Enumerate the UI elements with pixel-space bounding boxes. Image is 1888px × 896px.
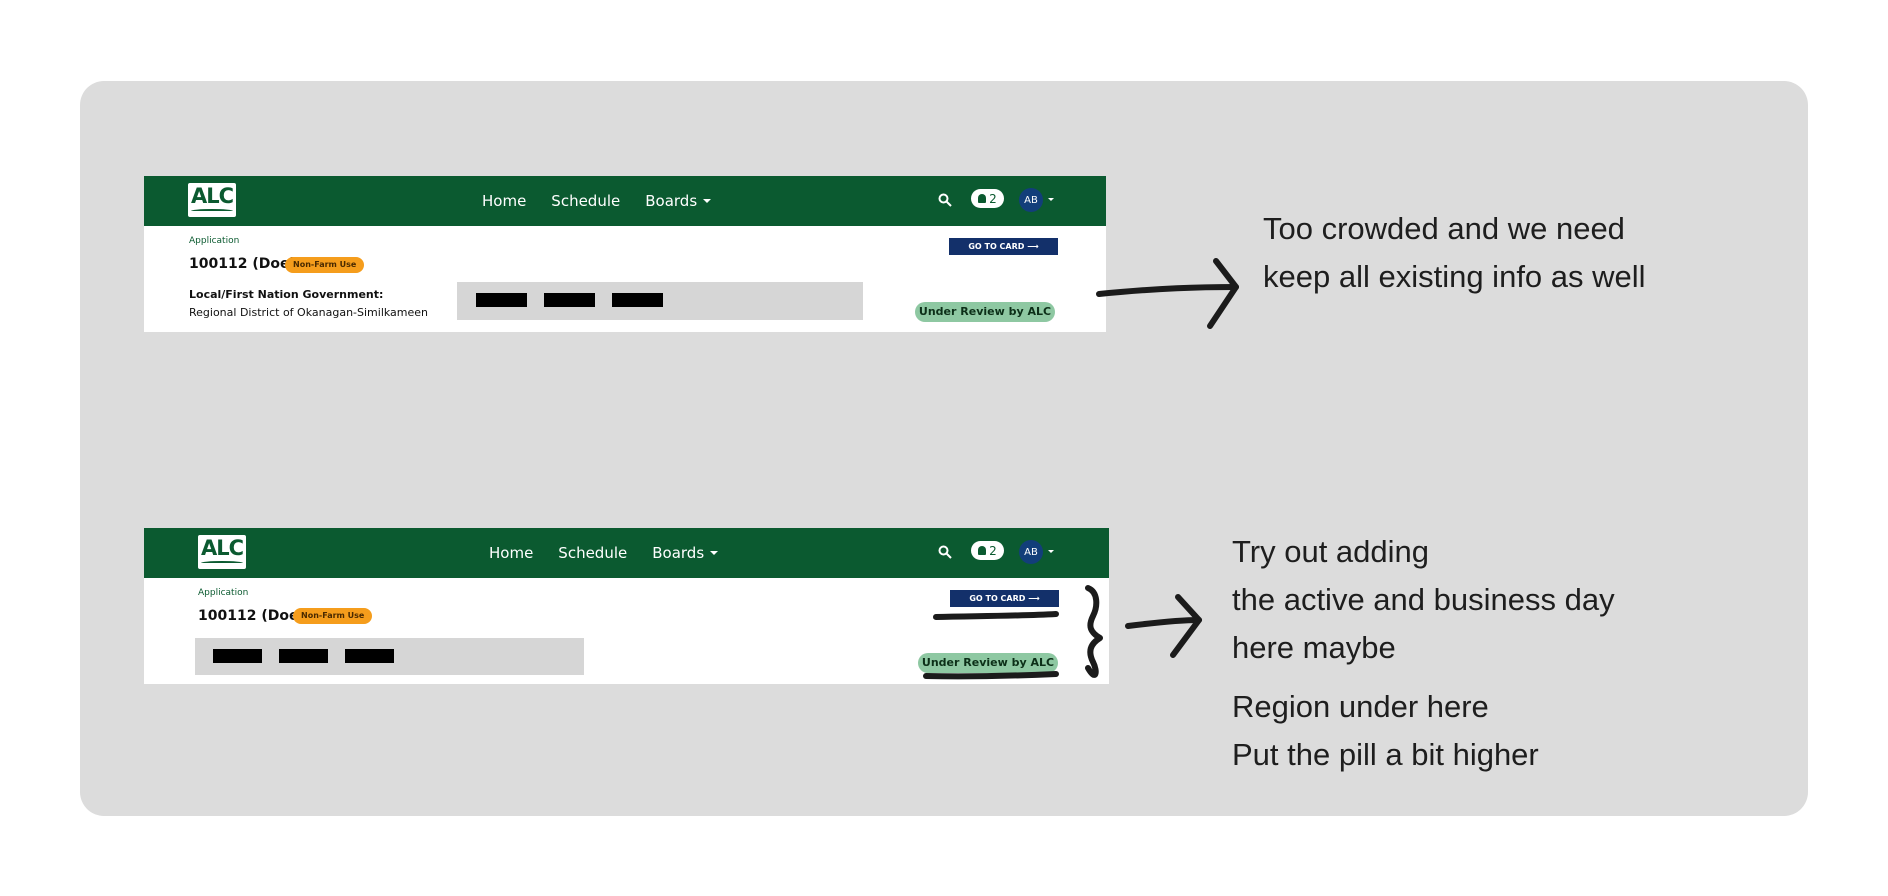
underline-stroke bbox=[933, 611, 1059, 620]
note-line: Try out adding bbox=[1232, 534, 1430, 569]
note-line: Put the pill a bit higher bbox=[1232, 737, 1539, 772]
note-line: Too crowded and we need bbox=[1263, 211, 1625, 246]
note-region-pill: Region under here Put the pill a bit hig… bbox=[1232, 683, 1539, 779]
handwritten-annotations bbox=[923, 258, 1239, 680]
note-line: the active and business day bbox=[1232, 582, 1615, 617]
arrow-head bbox=[1207, 258, 1239, 329]
note-try-adding: Try out adding the active and business d… bbox=[1232, 528, 1615, 672]
arrow-shaft bbox=[1125, 617, 1202, 629]
arrow-head bbox=[1170, 594, 1202, 658]
note-too-crowded: Too crowded and we need keep all existin… bbox=[1263, 205, 1646, 301]
underline-stroke bbox=[923, 671, 1059, 680]
curly-brace bbox=[1085, 585, 1103, 678]
note-line: here maybe bbox=[1232, 630, 1396, 665]
note-line: Region under here bbox=[1232, 689, 1489, 724]
arrow-shaft bbox=[1096, 284, 1239, 297]
note-line: keep all existing info as well bbox=[1263, 259, 1646, 294]
